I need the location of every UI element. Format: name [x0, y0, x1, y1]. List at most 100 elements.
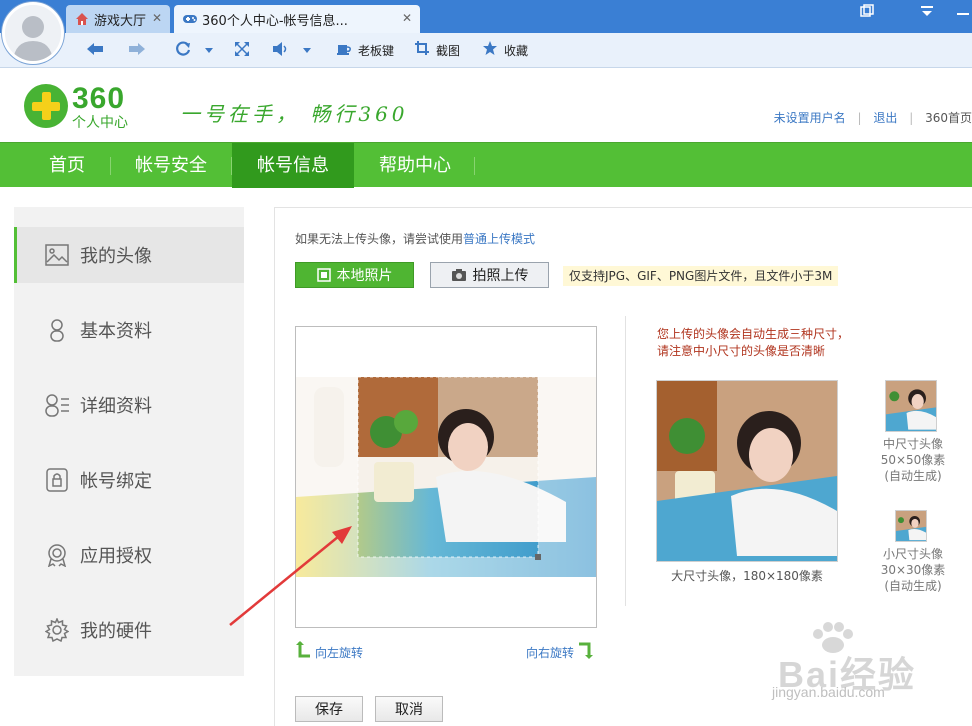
sidebar: 我的头像 基本资料 详细资料 帐号绑定 应用授权 我的硬件 [14, 207, 244, 676]
separator: | [909, 111, 914, 125]
sidebar-item-label: 我的头像 [80, 246, 152, 267]
rotate-left-label: 向左旋转 [315, 646, 364, 660]
lock-icon [44, 467, 70, 493]
chevron-down-icon [302, 43, 312, 57]
site-header: 360 个人中心 一号在手， 畅行360 未设置用户名 | 退出 | 360首页 [0, 68, 972, 142]
save-button[interactable]: 保存 [295, 696, 363, 722]
close-icon[interactable]: ✕ [152, 11, 162, 25]
rotate-right-button[interactable]: 向右旋转 [526, 640, 594, 665]
logout-link[interactable]: 退出 [873, 111, 897, 125]
large-avatar-image [657, 381, 837, 561]
badge-icon [44, 542, 70, 568]
caption-line: 小尺寸头像 [882, 547, 943, 561]
fullscreen-button[interactable] [234, 40, 250, 60]
upload-image-icon [316, 268, 331, 282]
user-detail-icon [44, 392, 70, 418]
screenshot-button[interactable]: 截图 [414, 40, 460, 60]
minimize-icon[interactable] [956, 4, 970, 22]
boss-key-button[interactable]: 老板键 [336, 40, 394, 60]
sound-button[interactable] [272, 40, 290, 60]
nav-account-security[interactable]: 帐号安全 [112, 143, 230, 188]
user-avatar[interactable] [2, 2, 64, 64]
small-avatar-preview [895, 510, 927, 542]
rotate-right-label: 向右旋转 [526, 646, 575, 660]
tab-game-hall[interactable]: 游戏大厅 ✕ [66, 5, 170, 33]
favorites-label: 收藏 [504, 43, 529, 58]
separator: | [857, 111, 862, 125]
sidebar-item-label: 我的硬件 [80, 621, 152, 642]
screenshot-label: 截图 [436, 43, 461, 58]
auto-size-note-line: 请注意中小尺寸的头像是否清晰 [657, 344, 826, 358]
slogan: 一号在手， 畅行360 [180, 102, 409, 126]
crop-icon [414, 40, 430, 60]
refresh-button[interactable] [174, 40, 192, 60]
gamepad-icon [182, 11, 198, 27]
large-avatar-caption: 大尺寸头像，180×180像素 [671, 569, 823, 583]
logo-text[interactable]: 360 [72, 82, 125, 116]
nav-account-info[interactable]: 帐号信息 [232, 143, 354, 188]
local-photo-label: 本地照片 [336, 268, 393, 284]
sidebar-item-my-avatar[interactable]: 我的头像 [14, 227, 244, 283]
arrow-right-icon [128, 41, 146, 60]
tab-label: 360个人中心-帐号信息... [202, 13, 348, 29]
speaker-icon [272, 41, 290, 60]
rotate-left-button[interactable]: 向左旋转 [295, 640, 363, 665]
logo-subtitle: 个人中心 [72, 115, 128, 131]
tab-account-info[interactable]: 360个人中心-帐号信息... ✕ [174, 5, 420, 33]
tab-bar: 游戏大厅 ✕ 360个人中心-帐号信息... ✕ [60, 0, 972, 33]
normal-upload-link[interactable]: 普通上传模式 [463, 232, 535, 246]
gear-icon [44, 617, 70, 643]
crop-resize-handle[interactable] [535, 554, 541, 560]
baidu-jingyan-watermark: Bai经验 jingyan.baidu.com [742, 618, 962, 708]
forward-button[interactable] [128, 40, 146, 60]
restore-window-icon[interactable] [860, 4, 874, 22]
header-links: 未设置用户名 | 退出 | 360首页 [774, 109, 972, 126]
fullscreen-icon [234, 41, 250, 60]
large-avatar-preview [656, 380, 838, 562]
rotate-left-icon [295, 640, 315, 665]
take-photo-button[interactable]: 拍照上传 [430, 262, 549, 288]
take-photo-label: 拍照上传 [472, 268, 529, 284]
browser-chrome: 游戏大厅 ✕ 360个人中心-帐号信息... ✕ 老板键 截图 收藏 [0, 0, 972, 68]
close-icon[interactable]: ✕ [402, 11, 412, 25]
sidebar-item-app-authorization[interactable]: 应用授权 [14, 527, 244, 583]
star-icon [482, 40, 498, 60]
local-photo-button[interactable]: 本地照片 [295, 262, 414, 288]
home-link[interactable]: 360首页 [925, 111, 972, 125]
sound-dropdown[interactable] [302, 40, 312, 60]
nav-help-center[interactable]: 帮助中心 [356, 143, 474, 188]
sidebar-item-basic-info[interactable]: 基本资料 [14, 302, 244, 358]
sidebar-item-label: 应用授权 [80, 546, 152, 567]
file-type-note: 仅支持JPG、GIF、PNG图片文件，且文件小于3M [563, 266, 839, 286]
sidebar-item-label: 帐号绑定 [80, 471, 152, 492]
refresh-dropdown[interactable] [204, 40, 214, 60]
sidebar-item-label: 详细资料 [80, 396, 152, 417]
cancel-button[interactable]: 取消 [375, 696, 443, 722]
auto-size-note: 您上传的头像会自动生成三种尺寸， 请注意中小尺寸的头像是否清晰 [657, 326, 849, 360]
caption-line: 30×30像素 [880, 563, 946, 577]
boss-key-label: 老板键 [358, 43, 395, 58]
caption-line: 中尺寸头像 [882, 437, 943, 451]
sidebar-item-my-hardware[interactable]: 我的硬件 [14, 602, 244, 658]
watermark-url: jingyan.baidu.com [772, 684, 885, 700]
caption-line: 50×50像素 [880, 453, 946, 467]
auto-size-note-line: 您上传的头像会自动生成三种尺寸， [657, 327, 850, 341]
medium-avatar-caption: 中尺寸头像 50×50像素 (自动生成) [875, 436, 951, 484]
sidebar-item-detailed-info[interactable]: 详细资料 [14, 377, 244, 433]
coffee-cup-icon [336, 40, 352, 60]
favorites-button[interactable]: 收藏 [482, 40, 528, 60]
username-link[interactable]: 未设置用户名 [774, 111, 846, 125]
sidebar-item-account-binding[interactable]: 帐号绑定 [14, 452, 244, 508]
upload-hint: 如果无法上传头像，请尝试使用普通上传模式 [295, 230, 535, 247]
nav-home[interactable]: 首页 [20, 143, 114, 188]
logo-360-icon[interactable] [24, 84, 68, 128]
arrow-left-icon [86, 41, 104, 60]
menu-dropdown-icon[interactable] [920, 4, 934, 22]
main-nav: 首页 帐号安全 帐号信息 帮助中心 [0, 142, 972, 188]
rotate-right-icon [574, 640, 594, 665]
caption-line: (自动生成) [884, 579, 942, 593]
small-avatar-image [896, 511, 926, 541]
back-button[interactable] [86, 40, 104, 60]
user-icon [44, 317, 70, 343]
home-icon [74, 11, 90, 27]
